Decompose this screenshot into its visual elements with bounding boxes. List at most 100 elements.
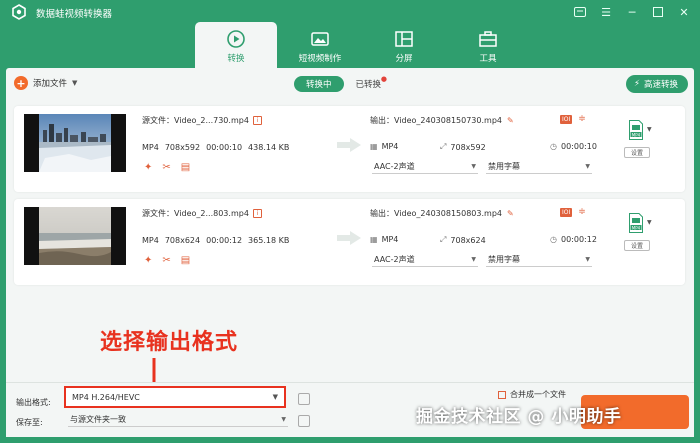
audio-track-select[interactable]: AAC-2声道 ▼ bbox=[372, 253, 478, 267]
chevron-down-icon: ▼ bbox=[272, 393, 278, 401]
tab-short-video-label: 短视频制作 bbox=[298, 54, 342, 64]
toolbar: + 添加文件 ▼ 转换中 已转换 ● ⚡ 高速转换 bbox=[6, 68, 694, 100]
edit-tools: ✦ ✂ ▤ bbox=[144, 162, 190, 173]
output-format-value: MP4 bbox=[381, 235, 399, 244]
app-logo-icon bbox=[12, 4, 26, 20]
menu-icon[interactable]: ☰ bbox=[598, 4, 614, 20]
tab-convert-label: 转换 bbox=[227, 54, 245, 64]
arrow-right-icon bbox=[337, 138, 361, 152]
hd-badge-icon[interactable]: IOI bbox=[560, 115, 573, 124]
magic-wand-icon[interactable]: ✦ bbox=[144, 162, 152, 173]
source-duration: 00:00:12 bbox=[206, 236, 243, 245]
subtitle-select[interactable]: 禁用字幕 ▼ bbox=[486, 253, 592, 267]
chevron-down-icon[interactable]: ▼ bbox=[647, 219, 652, 226]
output-file-label: 输出：Video_240308150803.mp4 bbox=[370, 209, 502, 218]
subtitle-select[interactable]: 禁用字幕 ▼ bbox=[486, 160, 592, 174]
audio-track-value: AAC-2声道 bbox=[374, 255, 415, 264]
tab-short-video[interactable]: 短视频制作 bbox=[279, 22, 361, 68]
app-title: 数据蛙视频转换器 bbox=[36, 9, 113, 20]
source-size: 365.18 KB bbox=[248, 236, 290, 245]
settings-button[interactable]: 设置 bbox=[624, 240, 650, 251]
source-file-label: 源文件：Video_2...730.mp4 bbox=[142, 116, 249, 125]
fast-convert-button[interactable]: ⚡ 高速转换 bbox=[626, 75, 688, 93]
output-duration: ◷ 00:00:10 bbox=[550, 142, 597, 151]
compress-icon[interactable]: ≑ bbox=[578, 208, 586, 217]
info-icon[interactable]: i bbox=[252, 116, 262, 125]
pencil-icon[interactable]: ✎ bbox=[507, 116, 514, 125]
output-format: ▦ MP4 bbox=[370, 235, 398, 244]
output-file-label: 输出：Video_240308150730.mp4 bbox=[370, 116, 502, 125]
minimize-icon[interactable]: ─ bbox=[624, 4, 640, 20]
format-settings-icon[interactable] bbox=[298, 393, 310, 405]
output-file-name: 输出：Video_240308150803.mp4 ✎ bbox=[370, 208, 514, 219]
save-location-select[interactable]: 与源文件夹一致 ▼ bbox=[68, 413, 288, 427]
save-location-value: 与源文件夹一致 bbox=[70, 415, 126, 424]
tab-converted[interactable]: 已转换 ● bbox=[356, 75, 388, 90]
add-file-button[interactable]: + 添加文件 ▼ bbox=[14, 76, 77, 90]
maximize-icon[interactable] bbox=[650, 4, 666, 20]
source-file-name: 源文件：Video_2...730.mp4 i bbox=[142, 115, 262, 126]
output-format-value: MP4 H.264/HEVC bbox=[72, 392, 140, 402]
hd-badge-icon[interactable]: IOI bbox=[560, 208, 573, 217]
source-file-label: 源文件：Video_2...803.mp4 bbox=[142, 209, 249, 218]
settings-button[interactable]: 设置 bbox=[624, 147, 650, 158]
folder-icon[interactable] bbox=[298, 415, 310, 427]
scissors-icon[interactable]: ✂ bbox=[162, 162, 170, 173]
output-duration: ◷ 00:00:12 bbox=[550, 235, 597, 244]
mp4-format-icon[interactable]: MP4 bbox=[629, 120, 643, 140]
source-size: 438.14 KB bbox=[248, 143, 290, 152]
arrow-right-icon bbox=[337, 231, 361, 245]
fast-convert-label: 高速转换 bbox=[643, 80, 678, 90]
pencil-icon[interactable]: ✎ bbox=[507, 209, 514, 218]
resize-icon: ⤢ bbox=[440, 142, 447, 151]
mp4-format-icon[interactable]: MP4 bbox=[629, 213, 643, 233]
output-format: ▦ MP4 bbox=[370, 142, 398, 151]
scissors-icon[interactable]: ✂ bbox=[162, 255, 170, 266]
output-resolution: ⤢ 708x592 bbox=[440, 142, 486, 152]
tab-split-screen-label: 分屏 bbox=[395, 54, 413, 64]
split-screen-icon bbox=[395, 31, 413, 47]
chevron-down-icon: ▼ bbox=[585, 256, 590, 263]
merge-checkbox[interactable] bbox=[498, 391, 506, 399]
source-format: MP4 bbox=[142, 236, 159, 245]
main-panel: + 添加文件 ▼ 转换中 已转换 ● ⚡ 高速转换 源文件：Video_2...… bbox=[6, 68, 694, 437]
output-resolution-value: 708x624 bbox=[450, 235, 486, 245]
chevron-down-icon[interactable]: ▼ bbox=[72, 79, 77, 87]
format-badge-text: MP4 bbox=[632, 225, 641, 230]
video-thumbnail[interactable] bbox=[24, 207, 126, 265]
clip-edit-icon[interactable]: ▤ bbox=[181, 162, 190, 173]
chevron-down-icon: ▼ bbox=[471, 256, 476, 263]
subtitle-value: 禁用字幕 bbox=[488, 162, 520, 171]
convert-icon bbox=[227, 30, 245, 48]
resize-icon: ⤢ bbox=[440, 235, 447, 244]
tab-toolbox-label: 工具 bbox=[479, 54, 497, 64]
lightning-icon: ⚡ bbox=[634, 79, 640, 89]
source-resolution: 708x592 bbox=[164, 143, 201, 152]
output-duration-value: 00:00:10 bbox=[560, 142, 597, 151]
source-format: MP4 bbox=[142, 143, 159, 152]
tab-convert[interactable]: 转换 bbox=[195, 22, 277, 68]
format-badge-text: MP4 bbox=[632, 132, 641, 137]
video-thumbnail[interactable] bbox=[24, 114, 126, 172]
tab-converting[interactable]: 转换中 bbox=[294, 76, 344, 92]
title-bar: 数据蛙视频转换器 ☰ ─ ✕ bbox=[0, 0, 700, 24]
plus-icon: + bbox=[14, 76, 28, 90]
magic-wand-icon[interactable]: ✦ bbox=[144, 255, 152, 266]
output-format-label: 输出格式: bbox=[16, 398, 51, 407]
chevron-down-icon[interactable]: ▼ bbox=[647, 126, 652, 133]
short-video-icon bbox=[311, 32, 329, 46]
source-resolution: 708x624 bbox=[164, 236, 201, 245]
close-icon[interactable]: ✕ bbox=[676, 4, 692, 20]
output-format-select[interactable]: MP4 H.264/HEVC ▼ bbox=[64, 386, 286, 408]
info-icon[interactable]: i bbox=[252, 209, 262, 218]
file-item: 源文件：Video_2...803.mp4 i MP4 708x624 00:0… bbox=[14, 199, 685, 285]
message-icon[interactable] bbox=[572, 4, 588, 20]
tab-toolbox[interactable]: 工具 bbox=[447, 22, 529, 68]
chevron-down-icon: ▼ bbox=[471, 163, 476, 170]
compress-icon[interactable]: ≑ bbox=[578, 115, 586, 124]
output-badges: IOI ≑ bbox=[560, 208, 586, 217]
edit-tools: ✦ ✂ ▤ bbox=[144, 255, 190, 266]
tab-split-screen[interactable]: 分屏 bbox=[363, 22, 445, 68]
audio-track-select[interactable]: AAC-2声道 ▼ bbox=[372, 160, 478, 174]
clip-edit-icon[interactable]: ▤ bbox=[181, 255, 190, 266]
